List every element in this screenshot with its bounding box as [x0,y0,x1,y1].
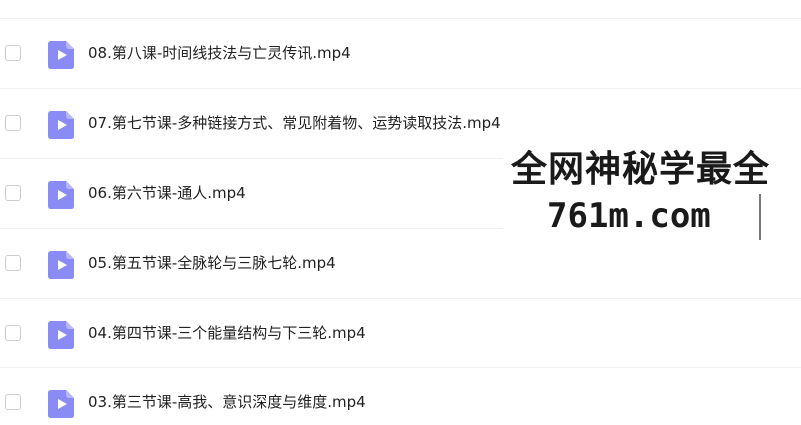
row-checkbox[interactable] [5,325,21,341]
file-row[interactable]: 08.第八课-时间线技法与亡灵传讯.mp4 [0,18,801,88]
file-name[interactable]: 03.第三节课-高我、意识深度与维度.mp4 [88,392,366,412]
video-file-icon [48,111,74,139]
row-checkbox[interactable] [5,115,21,131]
video-file-icon [48,251,74,279]
watermark-title: 全网神秘学最全 [511,149,771,190]
file-name[interactable]: 07.第七节课-多种链接方式、常见附着物、运势读取技法.mp4 [88,113,501,133]
file-name[interactable]: 05.第五节课-全脉轮与三脉七轮.mp4 [88,253,336,273]
file-name[interactable]: 08.第八课-时间线技法与亡灵传讯.mp4 [88,43,351,63]
row-checkbox[interactable] [5,185,21,201]
file-row[interactable]: 03.第三节课-高我、意识深度与维度.mp4 [0,367,801,425]
video-file-icon [48,390,74,418]
watermark-url: 761m.com [547,196,711,236]
video-file-icon [48,181,74,209]
row-checkbox[interactable] [5,394,21,410]
file-row[interactable]: 04.第四节课-三个能量结构与下三轮.mp4 [0,298,801,368]
video-file-icon [48,321,74,349]
row-checkbox[interactable] [5,255,21,271]
watermark: 全网神秘学最全 761m.com [503,142,801,242]
file-name[interactable]: 06.第六节课-通人.mp4 [88,183,246,203]
watermark-divider [759,194,761,240]
video-file-icon [48,41,74,69]
row-checkbox[interactable] [5,45,21,61]
file-name[interactable]: 04.第四节课-三个能量结构与下三轮.mp4 [88,323,366,343]
